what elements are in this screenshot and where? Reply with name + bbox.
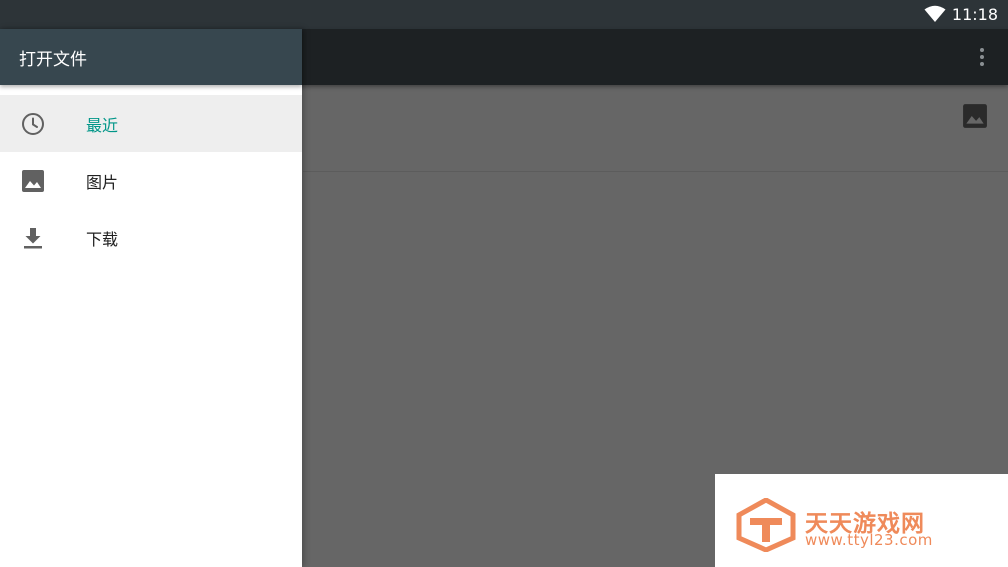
- watermark: 天天游戏网 www.ttyl23.com: [715, 474, 1008, 567]
- image-icon[interactable]: [962, 103, 988, 129]
- drawer-item-recent[interactable]: 最近: [0, 95, 302, 152]
- image-icon: [22, 169, 44, 192]
- drawer-header: 打开文件: [0, 29, 302, 85]
- status-bar: 11:18: [0, 0, 1008, 29]
- drawer-title: 打开文件: [19, 49, 87, 70]
- more-vert-icon: [980, 48, 984, 66]
- watermark-logo-icon: [736, 498, 796, 552]
- download-icon: [24, 227, 42, 248]
- drawer-item-label: 下载: [86, 229, 119, 249]
- watermark-url: www.ttyl23.com: [805, 531, 933, 549]
- status-time: 11:18: [951, 5, 998, 24]
- overflow-menu-button[interactable]: [970, 45, 994, 69]
- drawer-list: 最近 图片 下载: [0, 95, 302, 266]
- clock-icon: [22, 112, 44, 135]
- screen: 11:18 打开文件 最近 图片 下载 天天游戏网 www.ttyl23.com: [0, 0, 1008, 567]
- drawer-item-label: 图片: [86, 172, 119, 192]
- drawer-item-label: 最近: [86, 115, 119, 135]
- wifi-icon: [924, 5, 946, 22]
- navigation-drawer: 打开文件 最近 图片 下载: [0, 29, 302, 567]
- content-header: [303, 85, 1008, 172]
- drawer-item-downloads[interactable]: 下载: [0, 209, 302, 266]
- drawer-item-images[interactable]: 图片: [0, 152, 302, 209]
